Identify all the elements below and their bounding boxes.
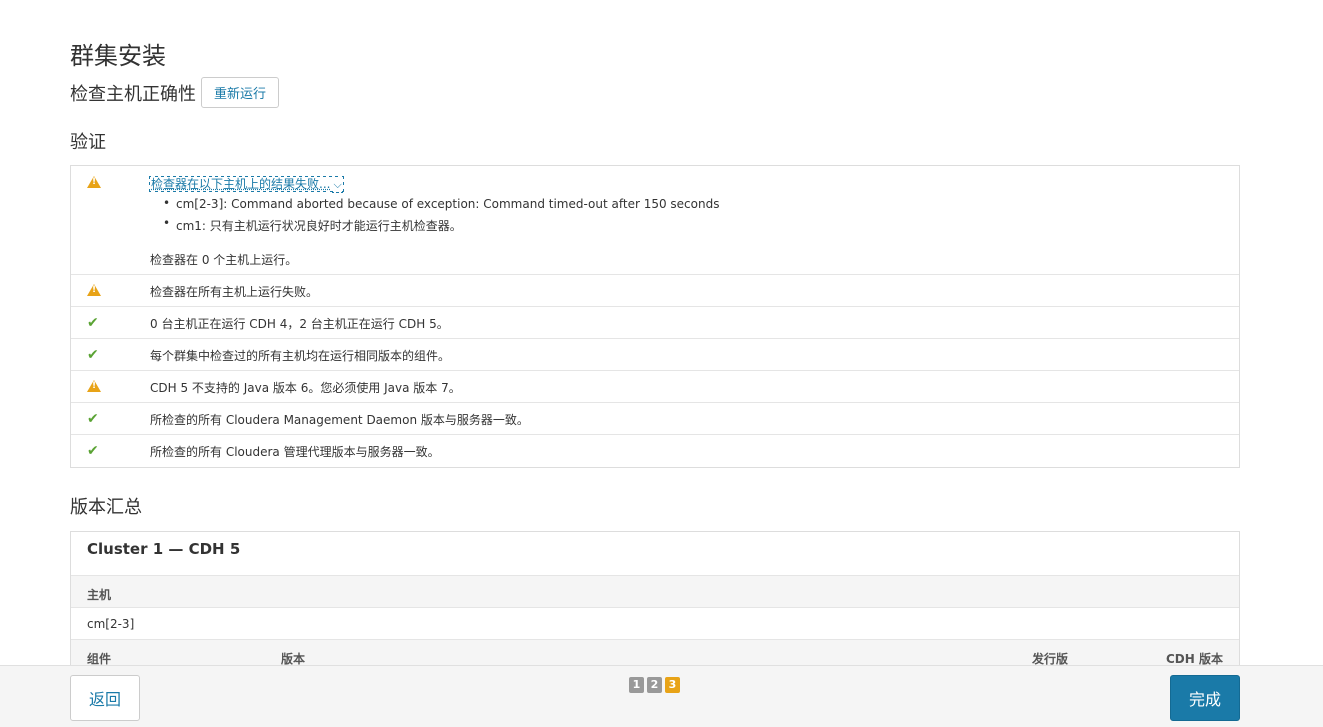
validation-row: ✔ 所检查的所有 Cloudera 管理代理版本与服务器一致。 (71, 435, 1239, 466)
wizard-footer: 返回 1 2 3 完成 (0, 665, 1323, 727)
warning-icon: ! (87, 284, 103, 300)
page-subtitle: 检查主机正确性 (70, 83, 196, 105)
version-summary-panel: Cluster 1 — CDH 5 主机 cm[2-3] 组件 版本 发行版 C… (70, 531, 1240, 672)
hosts-header-row: 主机 (71, 575, 1239, 608)
check-icon: ✔ (87, 411, 99, 427)
failed-hosts-link-text: 检查器在以下主机上的结果失败... (151, 177, 331, 191)
inspector-host-count: 检查器在 0 个主机上运行。 (150, 253, 298, 267)
validation-text: 所检查的所有 Cloudera Management Daemon 版本与服务器… (150, 413, 529, 427)
hosts-value: cm[2-3] (87, 617, 135, 631)
validation-title: 验证 (70, 132, 106, 153)
page-title: 群集安装 (70, 42, 166, 70)
rerun-button[interactable]: 重新运行 (201, 77, 280, 108)
chevron-down-icon: ⌵ (333, 178, 342, 191)
hosts-value-row: cm[2-3] (71, 607, 1239, 640)
step-indicator: 1 2 3 (629, 677, 680, 693)
validation-row: ✔ 每个群集中检查过的所有主机均在运行相同版本的组件。 (71, 339, 1239, 371)
warning-icon: ! (87, 380, 103, 396)
validation-row: ! 检查器在所有主机上运行失败。 (71, 275, 1239, 307)
hosts-header: 主机 (87, 588, 112, 602)
validation-row: ! CDH 5 不支持的 Java 版本 6。您必须使用 Java 版本 7。 (71, 371, 1239, 403)
back-button[interactable]: 返回 (70, 675, 140, 721)
version-summary-title: 版本汇总 (70, 497, 142, 518)
warning-icon: ! (87, 176, 103, 192)
check-icon: ✔ (87, 315, 99, 331)
validation-text: 0 台主机正在运行 CDH 4，2 台主机正在运行 CDH 5。 (150, 317, 449, 331)
done-button[interactable]: 完成 (1170, 675, 1240, 721)
validation-text: CDH 5 不支持的 Java 版本 6。您必须使用 Java 版本 7。 (150, 381, 461, 395)
subtitle-row: 检查主机正确性 重新运行 (70, 77, 280, 108)
failed-hosts-toggle[interactable]: 检查器在以下主机上的结果失败... ⌵ (149, 176, 344, 192)
validation-row: ✔ 所检查的所有 Cloudera Management Daemon 版本与服… (71, 403, 1239, 435)
step-3: 3 (665, 677, 680, 693)
validation-row: ✔ 0 台主机正在运行 CDH 4，2 台主机正在运行 CDH 5。 (71, 307, 1239, 339)
error-item: cm1: 只有主机运行状况良好时才能运行主机检查器。 (163, 216, 719, 234)
cluster-name: Cluster 1 — CDH 5 (87, 540, 241, 558)
validation-text: 每个群集中检查过的所有主机均在运行相同版本的组件。 (150, 349, 451, 363)
validation-list: ! 检查器在以下主机上的结果失败...⌵ cm[2-3]: Command ab… (70, 165, 1240, 468)
check-icon: ✔ (87, 443, 99, 459)
check-icon: ✔ (87, 347, 99, 363)
error-item: cm[2-3]: Command aborted because of exce… (163, 196, 719, 211)
step-2: 2 (647, 677, 662, 693)
validation-row: ! 检查器在以下主机上的结果失败...⌵ cm[2-3]: Command ab… (71, 166, 1239, 275)
step-1: 1 (629, 677, 644, 693)
validation-text: 检查器在所有主机上运行失败。 (150, 285, 319, 299)
validation-text: 所检查的所有 Cloudera 管理代理版本与服务器一致。 (150, 445, 440, 459)
